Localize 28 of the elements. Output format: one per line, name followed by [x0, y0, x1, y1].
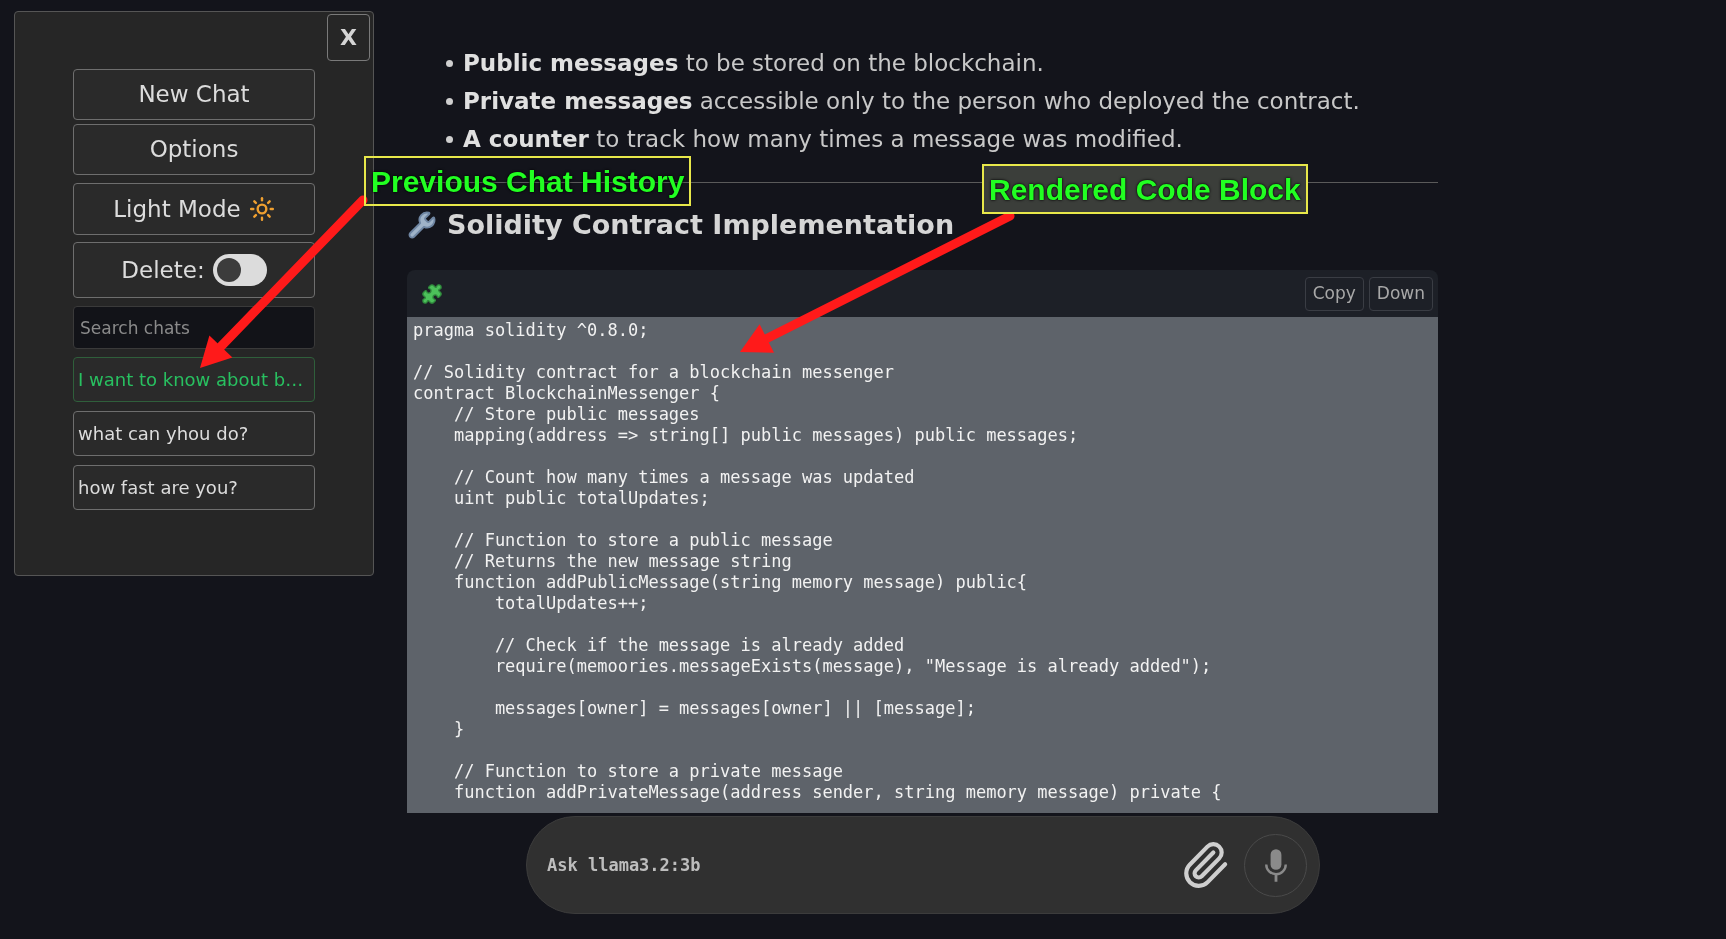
- annotation-label: Previous Chat History: [364, 156, 692, 206]
- sidebar-button[interactable]: New Chat: [73, 69, 315, 120]
- chat-input[interactable]: Ask llama3.2:3b: [547, 845, 1180, 885]
- chat-history-item[interactable]: I want to know about b…: [73, 357, 315, 402]
- chat-history-item[interactable]: what can yhou do?: [73, 411, 315, 456]
- delete-label: Delete:: [121, 255, 205, 285]
- bullet-text: Private messages accessible only to the person who deployed the contract.: [463, 86, 1360, 116]
- sun-icon: [248, 196, 275, 222]
- code-action-button[interactable]: Down: [1368, 276, 1433, 311]
- close-button[interactable]: X: [327, 14, 370, 61]
- bullet-text: Public messages to be stored on the blockchain.: [463, 48, 1044, 78]
- delete-switch[interactable]: [212, 254, 267, 286]
- chat-history-item[interactable]: how fast are you?: [73, 465, 315, 510]
- theme-button[interactable]: Light Mode: [73, 183, 315, 235]
- sidebar-button[interactable]: Options: [73, 124, 315, 175]
- bullet-icon: [446, 59, 453, 67]
- message-input[interactable]: Ask llama3.2:3b: [526, 816, 1320, 914]
- code-text: pragma solidity ^0.8.0; // Solidity contract for a blockchain messenger contract BlockchainMessenger { // Store public messages mapping(address => string[] public messages) public messages; // Count how many times a message was updated uint public totalUpdates; // Function to store a public message // Returns the new message string function addPublicMessage(string memory message) public{ totalUpdates++; // Check if the message is already added require(memoories.messageExists(message), "Message is already added"); messages[owner] = messages[owner] || [message]; } // Function to store a private message function addPrivateMessage(address sender, string memory message) private {: [413, 320, 1223, 803]
- microphone-icon: [1262, 847, 1289, 883]
- annotation-label: Rendered Code Block: [982, 164, 1308, 214]
- search-field[interactable]: Search chats: [73, 306, 315, 349]
- wrench-icon: [407, 210, 437, 240]
- bullet-text: A counter to track how many times a message was modified.: [463, 124, 1183, 154]
- code-action-button[interactable]: Copy: [1304, 276, 1364, 311]
- puzzle-icon: [421, 282, 443, 305]
- bullet-icon: [446, 97, 453, 105]
- bullet-icon: [446, 135, 453, 143]
- section-heading: Solidity Contract Implementation: [447, 207, 955, 242]
